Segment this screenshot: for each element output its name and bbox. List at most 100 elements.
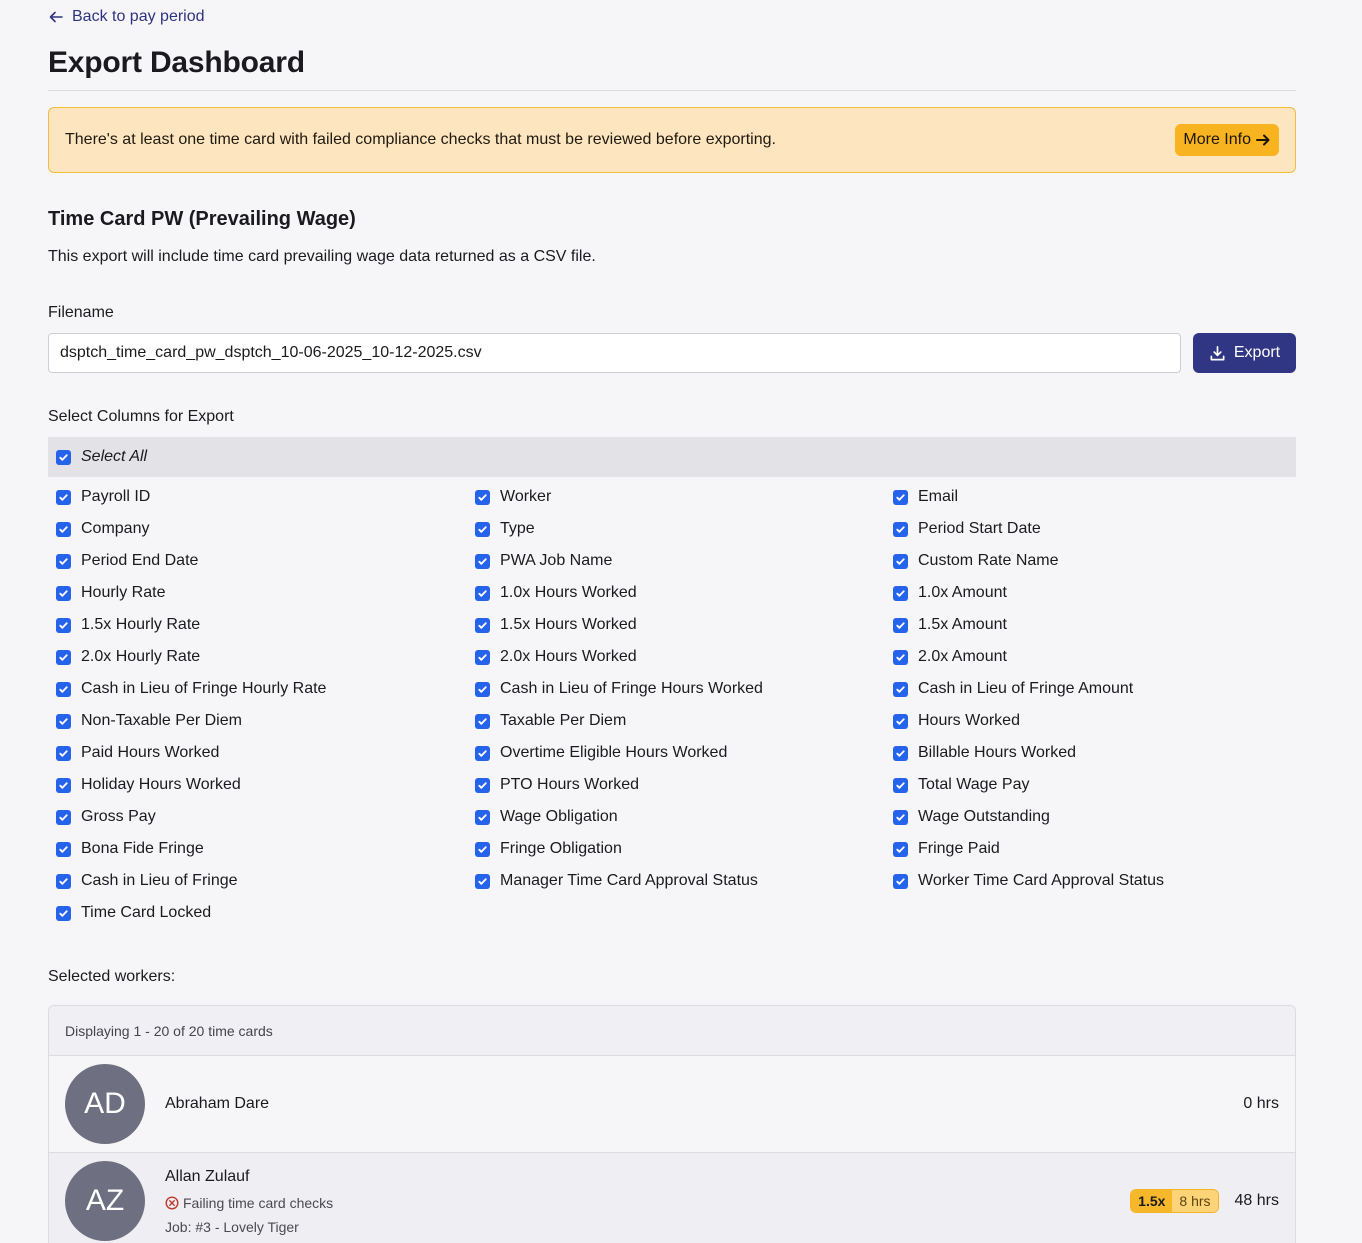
- column-option[interactable]: Gross Pay: [56, 801, 475, 833]
- column-checkbox[interactable]: [56, 649, 71, 665]
- column-checkbox[interactable]: [475, 745, 490, 761]
- column-option[interactable]: Company: [56, 513, 475, 545]
- column-option[interactable]: Bona Fide Fringe: [56, 833, 475, 865]
- column-checkbox[interactable]: [56, 585, 71, 601]
- column-option[interactable]: Type: [475, 513, 893, 545]
- select-all-checkbox[interactable]: [56, 449, 71, 465]
- column-label: Payroll ID: [81, 488, 151, 505]
- column-checkbox[interactable]: [475, 489, 490, 505]
- worker-name: Allan Zulauf: [165, 1167, 250, 1185]
- check-icon: [59, 717, 68, 725]
- column-checkbox[interactable]: [475, 873, 490, 889]
- column-checkbox[interactable]: [893, 681, 908, 697]
- column-option[interactable]: Total Wage Pay: [893, 769, 1293, 801]
- column-option[interactable]: Hours Worked: [893, 705, 1293, 737]
- column-checkbox[interactable]: [56, 905, 71, 921]
- column-checkbox[interactable]: [56, 873, 71, 889]
- column-checkbox[interactable]: [475, 681, 490, 697]
- filename-input[interactable]: [48, 333, 1181, 373]
- column-checkbox[interactable]: [893, 649, 908, 665]
- check-icon: [59, 493, 68, 501]
- column-checkbox[interactable]: [475, 713, 490, 729]
- column-checkbox[interactable]: [893, 777, 908, 793]
- column-option[interactable]: Time Card Locked: [56, 897, 475, 929]
- column-option[interactable]: Manager Time Card Approval Status: [475, 865, 893, 897]
- column-checkbox[interactable]: [893, 489, 908, 505]
- column-option[interactable]: Hourly Rate: [56, 577, 475, 609]
- check-icon: [59, 653, 68, 661]
- more-info-button[interactable]: More Info: [1175, 124, 1279, 156]
- column-option[interactable]: Overtime Eligible Hours Worked: [475, 737, 893, 769]
- column-label: Holiday Hours Worked: [81, 776, 241, 793]
- column-checkbox[interactable]: [56, 777, 71, 793]
- column-option[interactable]: Cash in Lieu of Fringe: [56, 865, 475, 897]
- column-option[interactable]: Wage Outstanding: [893, 801, 1293, 833]
- column-checkbox[interactable]: [56, 489, 71, 505]
- column-option[interactable]: 2.0x Hours Worked: [475, 641, 893, 673]
- select-all-row[interactable]: Select All: [48, 437, 1296, 477]
- column-option[interactable]: Fringe Paid: [893, 833, 1293, 865]
- column-option[interactable]: Worker Time Card Approval Status: [893, 865, 1293, 897]
- column-option[interactable]: 1.0x Amount: [893, 577, 1293, 609]
- column-option[interactable]: Fringe Obligation: [475, 833, 893, 865]
- column-option[interactable]: 1.5x Amount: [893, 609, 1293, 641]
- column-option[interactable]: Custom Rate Name: [893, 545, 1293, 577]
- column-checkbox[interactable]: [893, 585, 908, 601]
- export-button[interactable]: Export: [1193, 333, 1296, 373]
- worker-row[interactable]: AZ Allan Zulauf Failing time card checks…: [49, 1153, 1295, 1243]
- column-checkbox[interactable]: [56, 841, 71, 857]
- column-option[interactable]: Cash in Lieu of Fringe Hourly Rate: [56, 673, 475, 705]
- column-checkbox[interactable]: [475, 809, 490, 825]
- column-checkbox[interactable]: [893, 841, 908, 857]
- column-label: 1.5x Hourly Rate: [81, 616, 201, 633]
- column-option[interactable]: Period End Date: [56, 545, 475, 577]
- column-checkbox[interactable]: [893, 713, 908, 729]
- column-option[interactable]: 2.0x Hourly Rate: [56, 641, 475, 673]
- column-checkbox[interactable]: [475, 649, 490, 665]
- column-option[interactable]: 1.5x Hourly Rate: [56, 609, 475, 641]
- column-checkbox[interactable]: [475, 521, 490, 537]
- check-icon: [478, 717, 487, 725]
- column-option[interactable]: Cash in Lieu of Fringe Hours Worked: [475, 673, 893, 705]
- column-option[interactable]: Email: [893, 481, 1293, 513]
- column-option[interactable]: Period Start Date: [893, 513, 1293, 545]
- column-option[interactable]: 1.5x Hours Worked: [475, 609, 893, 641]
- column-option[interactable]: Cash in Lieu of Fringe Amount: [893, 673, 1293, 705]
- column-option[interactable]: Non-Taxable Per Diem: [56, 705, 475, 737]
- column-option[interactable]: Billable Hours Worked: [893, 737, 1293, 769]
- column-option[interactable]: Payroll ID: [56, 481, 475, 513]
- column-checkbox[interactable]: [56, 745, 71, 761]
- column-option[interactable]: PTO Hours Worked: [475, 769, 893, 801]
- column-option[interactable]: Taxable Per Diem: [475, 705, 893, 737]
- column-option[interactable]: 1.0x Hours Worked: [475, 577, 893, 609]
- column-option[interactable]: 2.0x Amount: [893, 641, 1293, 673]
- column-checkbox[interactable]: [56, 521, 71, 537]
- column-option[interactable]: Holiday Hours Worked: [56, 769, 475, 801]
- back-to-pay-period-link[interactable]: Back to pay period: [48, 8, 205, 26]
- arrow-left-icon: [49, 11, 63, 23]
- column-checkbox[interactable]: [893, 617, 908, 633]
- column-label: Wage Outstanding: [918, 808, 1050, 825]
- column-option[interactable]: Wage Obligation: [475, 801, 893, 833]
- column-checkbox[interactable]: [893, 553, 908, 569]
- column-checkbox[interactable]: [475, 841, 490, 857]
- column-checkbox[interactable]: [56, 713, 71, 729]
- column-checkbox[interactable]: [475, 585, 490, 601]
- column-checkbox[interactable]: [56, 553, 71, 569]
- column-checkbox[interactable]: [56, 617, 71, 633]
- check-icon: [478, 877, 487, 885]
- column-checkbox[interactable]: [56, 681, 71, 697]
- worker-row[interactable]: AD Abraham Dare 0 hrs: [49, 1056, 1295, 1153]
- column-checkbox[interactable]: [893, 745, 908, 761]
- column-option[interactable]: Paid Hours Worked: [56, 737, 475, 769]
- column-checkbox[interactable]: [893, 521, 908, 537]
- column-option[interactable]: Worker: [475, 481, 893, 513]
- column-checkbox[interactable]: [893, 809, 908, 825]
- column-option[interactable]: PWA Job Name: [475, 545, 893, 577]
- column-checkbox[interactable]: [56, 809, 71, 825]
- column-checkbox[interactable]: [475, 617, 490, 633]
- check-icon: [896, 813, 905, 821]
- column-checkbox[interactable]: [893, 873, 908, 889]
- column-checkbox[interactable]: [475, 777, 490, 793]
- column-checkbox[interactable]: [475, 553, 490, 569]
